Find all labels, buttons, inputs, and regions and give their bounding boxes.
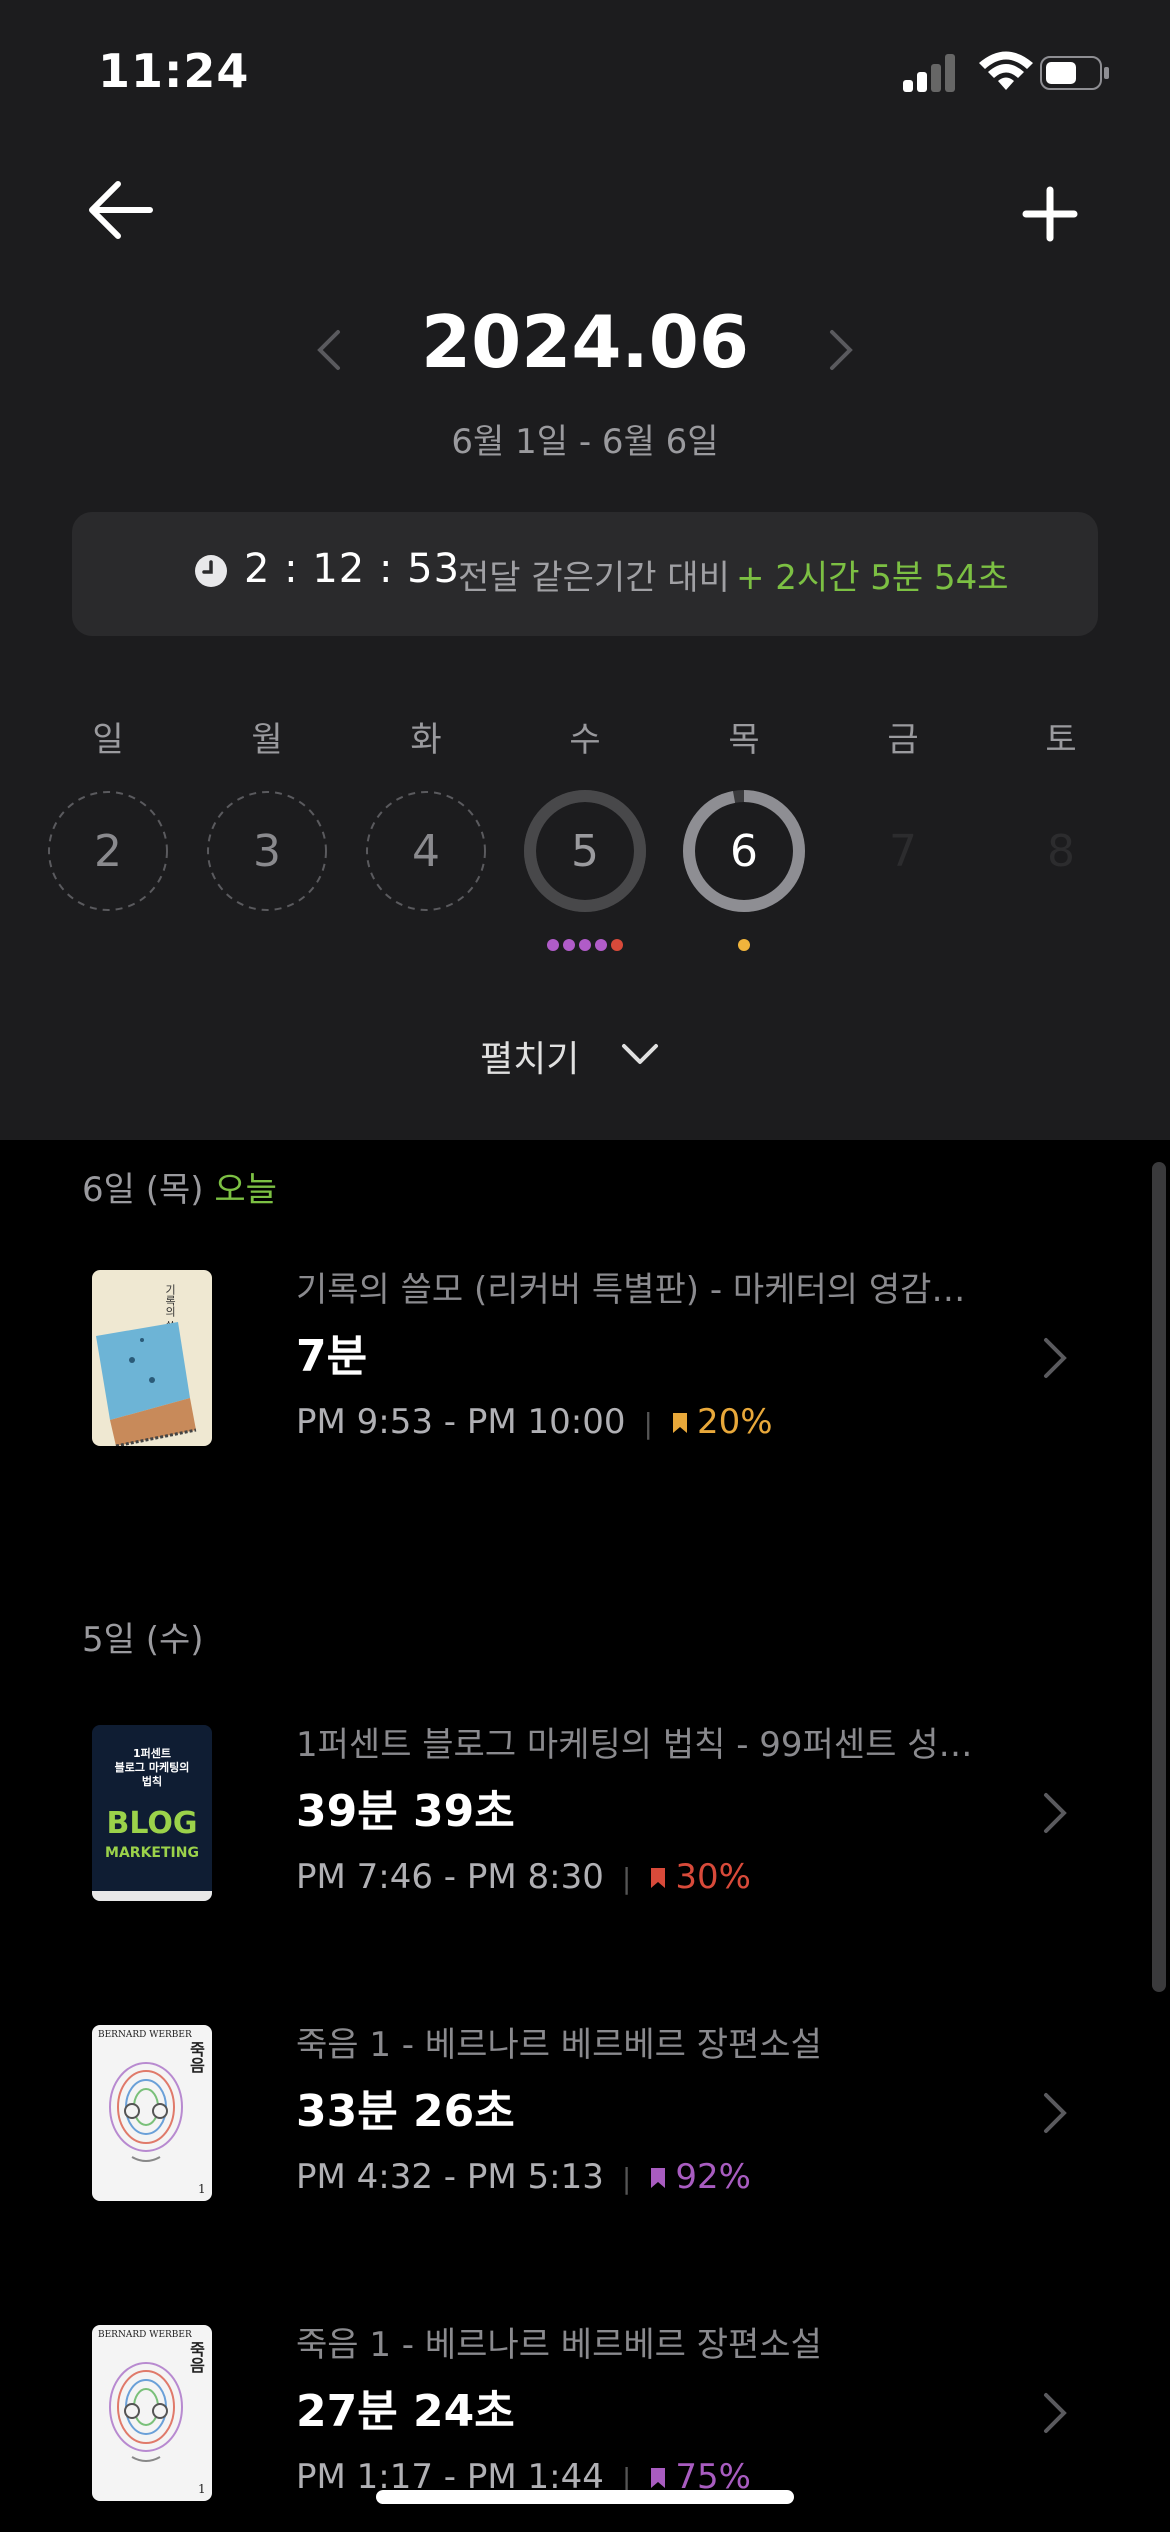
reading-duration: 39분 39초 [296, 1786, 515, 1837]
chevron-right-icon[interactable] [1040, 1336, 1070, 1380]
activity-dot [611, 939, 623, 951]
day-4[interactable]: 4 [365, 790, 487, 912]
separator: | [643, 1407, 653, 1440]
weekday-label: 월 [251, 720, 283, 760]
activity-dot [738, 939, 750, 951]
back-arrow-icon[interactable] [88, 180, 154, 240]
bookmark-icon [651, 2468, 666, 2488]
activity-dot [579, 939, 591, 951]
chevron-right-icon[interactable] [1040, 2391, 1070, 2435]
chevron-right-icon[interactable] [1040, 2091, 1070, 2135]
svg-text:죽음: 죽음 [187, 2041, 206, 2074]
scrollbar[interactable] [1152, 1162, 1166, 1992]
day-number: 4 [412, 825, 440, 877]
time-range: PM 7:46 - PM 8:30 [296, 1857, 604, 1897]
svg-text:BERNARD WERBER: BERNARD WERBER [98, 2330, 192, 2340]
bookmark-icon [672, 1413, 687, 1433]
book-cover-image: 1퍼센트 블로그 마케팅의 법칙 BLOG MARKETING [92, 1725, 212, 1901]
cellular-signal-icon [903, 52, 957, 92]
bookmark-icon [651, 2168, 666, 2188]
activity-dots [736, 936, 752, 951]
home-indicator [376, 2490, 794, 2504]
bookmark-icon [651, 1868, 666, 1888]
svg-text:법칙: 법칙 [142, 1774, 162, 1788]
day-7: 7 [842, 790, 964, 912]
add-plus-icon[interactable] [1020, 184, 1080, 244]
weekday-label: 토 [1045, 720, 1077, 760]
activity-dots [545, 936, 625, 951]
day-number: 5 [571, 825, 599, 877]
separator: | [621, 2162, 632, 2195]
chevron-down-icon[interactable] [620, 1040, 660, 1070]
reading-duration: 7분 [296, 1331, 368, 1382]
day-8: 8 [1000, 790, 1122, 912]
activity-dot [595, 939, 607, 951]
separator: | [621, 1862, 632, 1895]
reading-progress: 92% [675, 2157, 751, 2197]
svg-text:1퍼센트: 1퍼센트 [133, 1746, 171, 1760]
day-number: 7 [889, 825, 917, 877]
reading-duration: 27분 24초 [296, 2386, 515, 2437]
time-range: PM 9:53 - PM 10:00 [296, 1402, 626, 1442]
activity-dot [547, 939, 559, 951]
session-meta: PM 4:32 - PM 5:13 | 92% [296, 2157, 751, 2197]
reading-time-summary: 2 : 12 : 53 전달 같은기간 대비 + 2시간 5분 54초 [72, 512, 1098, 636]
day-5[interactable]: 5 [524, 790, 646, 912]
book-title: 1퍼센트 블로그 마케팅의 법칙 - 99퍼센트 성… [296, 1725, 973, 1765]
reading-progress: 20% [696, 1402, 773, 1442]
battery-icon [1040, 56, 1109, 90]
session-meta: PM 9:53 - PM 10:00 | 20% [296, 1402, 773, 1442]
date-range: 6월 1일 - 6월 6일 [451, 422, 719, 462]
chevron-right-icon[interactable] [1040, 1791, 1070, 1835]
book-title: 죽음 1 - 베르나르 베르베르 장편소설 [296, 2025, 822, 2065]
day-3[interactable]: 3 [206, 790, 328, 912]
day-number: 2 [94, 825, 122, 877]
status-time: 11:24 [98, 44, 250, 98]
date-header: 6일 (목) 오늘 [82, 1162, 277, 1211]
today-label: 오늘 [214, 1170, 277, 1210]
time-range: PM 4:32 - PM 5:13 [296, 2157, 604, 2197]
expand-button[interactable]: 펼치기 [480, 1030, 579, 1082]
svg-text:죽음: 죽음 [187, 2341, 206, 2374]
day-6[interactable]: 6 [683, 790, 805, 912]
svg-text:MARKETING: MARKETING [105, 1845, 199, 1861]
day-number: 8 [1047, 825, 1075, 877]
wifi-icon [979, 51, 1033, 90]
svg-text:1: 1 [198, 2182, 206, 2196]
day-number: 3 [253, 825, 281, 877]
session-meta: PM 7:46 - PM 8:30 | 30% [296, 1857, 751, 1897]
reading-duration: 33분 26초 [296, 2086, 515, 2137]
weekday-label: 일 [92, 720, 124, 760]
weekday-label: 화 [410, 720, 442, 760]
book-cover-image: 기록의 쓸모 [92, 1270, 212, 1446]
weekday-label: 수 [569, 720, 601, 760]
next-month-chevron-icon[interactable] [826, 328, 856, 372]
clock-icon [195, 555, 227, 587]
book-cover-image: BERNARD WERBER 죽음 1 [92, 2025, 212, 2201]
current-month: 2024.06 [421, 300, 749, 384]
weekday-label: 목 [728, 720, 760, 760]
time-difference: + 2시간 5분 54초 [736, 558, 1009, 598]
day-number: 6 [730, 825, 758, 877]
total-reading-time: 2 : 12 : 53 [244, 546, 461, 592]
compare-label: 전달 같은기간 대비 [458, 558, 730, 598]
svg-text:블로그 마케팅의: 블로그 마케팅의 [115, 1760, 190, 1774]
book-title: 기록의 쓸모 (리커버 특별판) - 마케터의 영감… [296, 1270, 966, 1310]
svg-text:BERNARD WERBER: BERNARD WERBER [98, 2030, 192, 2040]
date-label: 6일 (목) [82, 1170, 204, 1210]
activity-dot [563, 939, 575, 951]
reading-progress: 30% [675, 1857, 751, 1897]
book-title: 죽음 1 - 베르나르 베르베르 장편소설 [296, 2325, 822, 2365]
svg-text:1: 1 [198, 2482, 206, 2496]
weekday-label: 금 [887, 720, 919, 760]
date-header: 5일 (수) [82, 1612, 204, 1661]
book-cover-image: BERNARD WERBER 죽음 1 [92, 2325, 212, 2501]
svg-text:BLOG: BLOG [106, 1806, 197, 1841]
date-label: 5일 (수) [82, 1620, 204, 1660]
prev-month-chevron-icon[interactable] [314, 328, 344, 372]
day-2[interactable]: 2 [47, 790, 169, 912]
